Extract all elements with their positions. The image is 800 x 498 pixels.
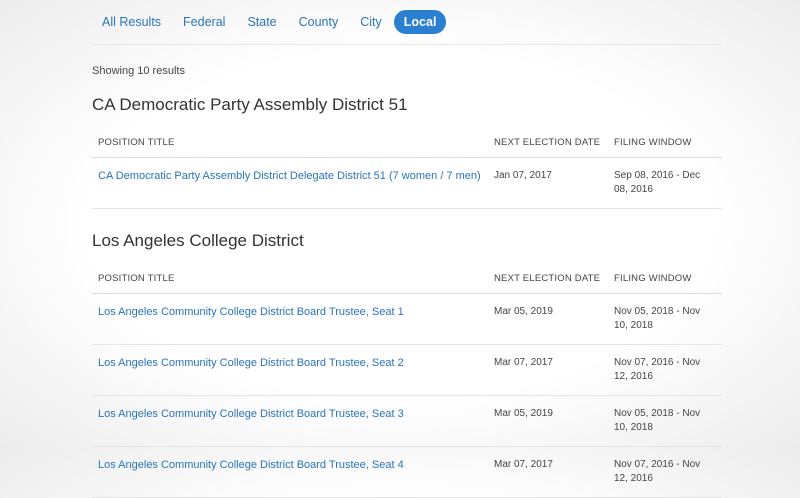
table-header-row: POSITION TITLE NEXT ELECTION DATE FILING… <box>92 133 722 158</box>
positions-table: POSITION TITLE NEXT ELECTION DATE FILING… <box>92 269 722 498</box>
group-title: CA Democratic Party Assembly District 51 <box>92 95 408 114</box>
election-date: Mar 05, 2019 <box>488 293 608 345</box>
tab-county[interactable]: County <box>289 10 349 34</box>
position-link[interactable]: CA Democratic Party Assembly District De… <box>98 170 481 182</box>
position-link[interactable]: Los Angeles Community College District B… <box>98 459 404 471</box>
position-link[interactable]: Los Angeles Community College District B… <box>98 306 404 318</box>
column-header-filing-window: FILING WINDOW <box>608 133 722 158</box>
election-date: Mar 07, 2017 <box>488 344 608 396</box>
group-section: CA Democratic Party Assembly District 51… <box>92 95 722 209</box>
position-link[interactable]: Los Angeles Community College District B… <box>98 408 404 420</box>
table-header-row: POSITION TITLE NEXT ELECTION DATE FILING… <box>92 269 722 294</box>
tab-city[interactable]: City <box>350 10 392 34</box>
table-row: Los Angeles Community College District B… <box>92 344 722 396</box>
filing-window: Nov 05, 2018 - Nov 10, 2018 <box>608 293 722 345</box>
column-header-filing-window: FILING WINDOW <box>608 269 722 294</box>
results-count: Showing 10 results <box>92 65 185 77</box>
group-section: Los Angeles College District POSITION TI… <box>92 231 722 498</box>
column-header-next-election-date: NEXT ELECTION DATE <box>488 133 608 158</box>
table-row: CA Democratic Party Assembly District De… <box>92 157 722 209</box>
table-row: Los Angeles Community College District B… <box>92 293 722 345</box>
column-header-position-title: POSITION TITLE <box>92 269 488 294</box>
election-date: Mar 05, 2019 <box>488 395 608 447</box>
column-header-position-title: POSITION TITLE <box>92 133 488 158</box>
column-header-next-election-date: NEXT ELECTION DATE <box>488 269 608 294</box>
tab-state[interactable]: State <box>237 10 286 34</box>
positions-table: POSITION TITLE NEXT ELECTION DATE FILING… <box>92 133 722 209</box>
election-date: Mar 07, 2017 <box>488 446 608 498</box>
filter-tabs: All Results Federal State County City Lo… <box>92 0 722 45</box>
position-link[interactable]: Los Angeles Community College District B… <box>98 357 404 369</box>
results-container: All Results Federal State County City Lo… <box>92 0 722 498</box>
tab-federal[interactable]: Federal <box>173 10 235 34</box>
filing-window: Nov 05, 2018 - Nov 10, 2018 <box>608 395 722 447</box>
table-row: Los Angeles Community College District B… <box>92 446 722 498</box>
election-date: Jan 07, 2017 <box>488 157 608 209</box>
filing-window: Nov 07, 2016 - Nov 12, 2016 <box>608 344 722 396</box>
tab-all-results[interactable]: All Results <box>92 10 171 34</box>
tab-local[interactable]: Local <box>393 10 447 34</box>
group-title: Los Angeles College District <box>92 231 304 250</box>
table-row: Los Angeles Community College District B… <box>92 395 722 447</box>
filing-window: Nov 07, 2016 - Nov 12, 2016 <box>608 446 722 498</box>
filing-window: Sep 08, 2016 - Dec 08, 2016 <box>608 157 722 209</box>
